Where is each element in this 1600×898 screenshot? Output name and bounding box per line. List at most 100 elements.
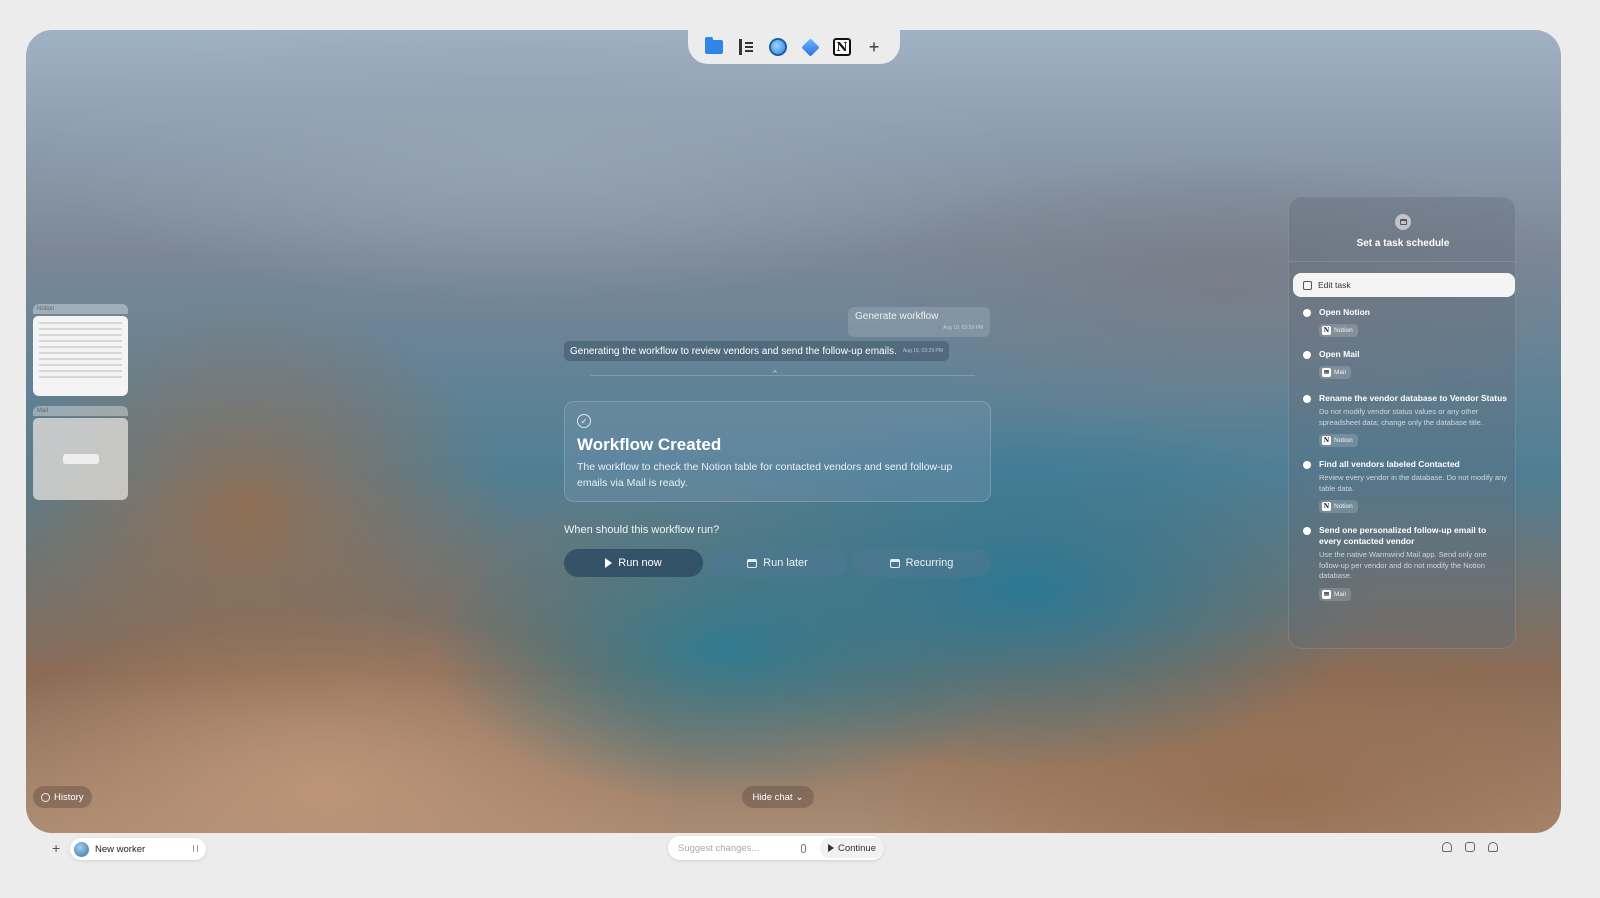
step-title: Open Notion [1319, 307, 1370, 317]
step-title: Find all vendors labeled Contacted [1319, 459, 1460, 469]
user-icon[interactable] [1488, 842, 1498, 852]
recurring-button[interactable]: Recurring [852, 549, 991, 577]
task-steps: Open Notion N Notion Open Mail ✉ Mail Rena… [1303, 307, 1509, 611]
thumbnail-app-label: Mail [37, 408, 49, 414]
step-title: Send one personalized follow-up email to… [1319, 525, 1487, 546]
user-message-text: Generate workflow [855, 311, 939, 322]
play-icon [827, 844, 834, 852]
app-chip: N Notion [1319, 324, 1358, 337]
workflow-description: The workflow to check the Notion table f… [577, 461, 953, 489]
continue-label: Continue [837, 842, 876, 854]
chat-divider [590, 375, 975, 376]
chevron-down-icon: ⌄ [795, 791, 804, 803]
chat-icon[interactable] [1465, 842, 1475, 852]
task-step: Rename the vendor database to Vendor Sta… [1303, 393, 1509, 447]
workflow-created-card: ✓ Workflow Created The workflow to check… [564, 401, 991, 502]
run-question: When should this workflow run? [564, 524, 720, 536]
app-chip: ✉ Mail [1319, 587, 1351, 601]
app-chip: ✉ Mail [1319, 366, 1351, 379]
top-app-dock: N + [688, 30, 900, 64]
chip-label: Notion [1334, 437, 1353, 444]
step-dot [1303, 395, 1311, 403]
task-step: Open Notion N Notion [1303, 307, 1509, 337]
calendar-icon [747, 558, 758, 568]
pause-icon[interactable] [193, 845, 198, 852]
step-dot [1303, 527, 1311, 535]
run-now-button[interactable]: Run now [564, 549, 703, 577]
agent-message-time: Aug 19, 03:29 PM [902, 348, 943, 354]
run-now-label: Run now [618, 557, 662, 569]
thumbnail-preview [33, 316, 128, 396]
step-dot [1303, 309, 1311, 317]
thumbnail-header: Mail [33, 406, 128, 416]
suggest-changes-bar: Suggest changes... Continue [668, 836, 884, 860]
history-button[interactable]: History [33, 786, 92, 808]
browser-icon[interactable] [769, 38, 787, 56]
suggest-input[interactable]: Suggest changes... [678, 843, 796, 854]
desktop-background: Notion Mail Generate workflow Aug 19, 03… [26, 30, 1561, 833]
notion-icon[interactable]: N [833, 38, 851, 56]
thumbnail-preview [33, 418, 128, 500]
recurring-label: Recurring [905, 557, 954, 569]
task-schedule-panel: Set a task schedule Edit task Open Notio… [1288, 196, 1517, 649]
thumbnail-app-label: Notion [37, 306, 55, 312]
chip-label: Mail [1334, 369, 1346, 376]
agent-message-text: Generating the workflow to review vendor… [570, 345, 897, 357]
step-title: Open Mail [1319, 349, 1360, 359]
add-worker-icon[interactable]: + [52, 840, 60, 856]
chip-label: Notion [1334, 503, 1353, 510]
mail-icon: ✉ [1322, 589, 1331, 599]
play-icon [605, 558, 613, 568]
user-message: Generate workflow Aug 19, 03:29 PM [848, 307, 990, 337]
task-step: Open Mail ✉ Mail [1303, 349, 1509, 379]
workflow-title: Workflow Created [577, 435, 722, 454]
collapse-chevron-icon[interactable]: ^ [773, 369, 777, 378]
notion-icon: N [1322, 436, 1331, 445]
hide-chat-button[interactable]: Hide chat ⌄ [742, 786, 814, 808]
check-circle-icon: ✓ [577, 414, 591, 428]
panel-title: Set a task schedule [1356, 238, 1450, 249]
folder-icon[interactable] [705, 37, 723, 56]
edit-task-label: Edit task [1318, 280, 1351, 290]
panel-divider [1289, 261, 1517, 262]
system-tray [1442, 842, 1498, 852]
history-clock-icon [41, 792, 50, 802]
sidebar-list-icon[interactable] [737, 38, 755, 56]
chip-label: Notion [1334, 327, 1353, 334]
task-step: Send one personalized follow-up email to… [1303, 525, 1509, 601]
step-dot [1303, 461, 1311, 469]
add-app-icon[interactable]: + [865, 38, 883, 56]
task-step: Find all vendors labeled Contacted Revie… [1303, 459, 1509, 513]
step-title: Rename the vendor database to Vendor Sta… [1319, 393, 1507, 403]
diamond-app-icon[interactable] [800, 37, 820, 57]
run-later-label: Run later [763, 557, 808, 569]
step-dot [1303, 351, 1311, 359]
worker-name: New worker [95, 843, 146, 855]
history-label: History [54, 791, 84, 803]
step-description: Do not modify vendor status values or an… [1319, 407, 1483, 427]
edit-icon [1303, 280, 1312, 290]
worker-tab[interactable]: New worker [70, 838, 206, 860]
app-chip: N Notion [1319, 500, 1358, 513]
step-description: Review every vendor in the database. Do … [1319, 473, 1508, 493]
recurring-calendar-icon [889, 558, 900, 568]
continue-button[interactable]: Continue [819, 838, 884, 858]
thumbnail-header: Notion [33, 304, 128, 314]
bell-icon[interactable] [1442, 842, 1452, 852]
microphone-icon[interactable] [801, 843, 806, 853]
agent-message: Generating the workflow to review vendor… [564, 341, 949, 361]
run-later-button[interactable]: Run later [708, 549, 847, 577]
mail-icon: ✉ [1322, 368, 1331, 377]
edit-task-button[interactable]: Edit task [1293, 273, 1515, 297]
step-description: Use the native Warmwind Mail app. Send o… [1319, 550, 1487, 580]
app-chip: N Notion [1319, 434, 1358, 447]
schedule-icon [1395, 214, 1411, 230]
chip-label: Mail [1334, 590, 1346, 598]
hide-chat-label: Hide chat [752, 791, 793, 803]
notion-window-thumbnail[interactable]: Notion [33, 304, 128, 396]
user-message-time: Aug 19, 03:29 PM [942, 325, 983, 331]
notion-icon: N [1322, 502, 1331, 511]
worker-avatar [74, 841, 89, 857]
mail-window-thumbnail[interactable]: Mail [33, 406, 128, 500]
notion-icon: N [1322, 326, 1331, 335]
